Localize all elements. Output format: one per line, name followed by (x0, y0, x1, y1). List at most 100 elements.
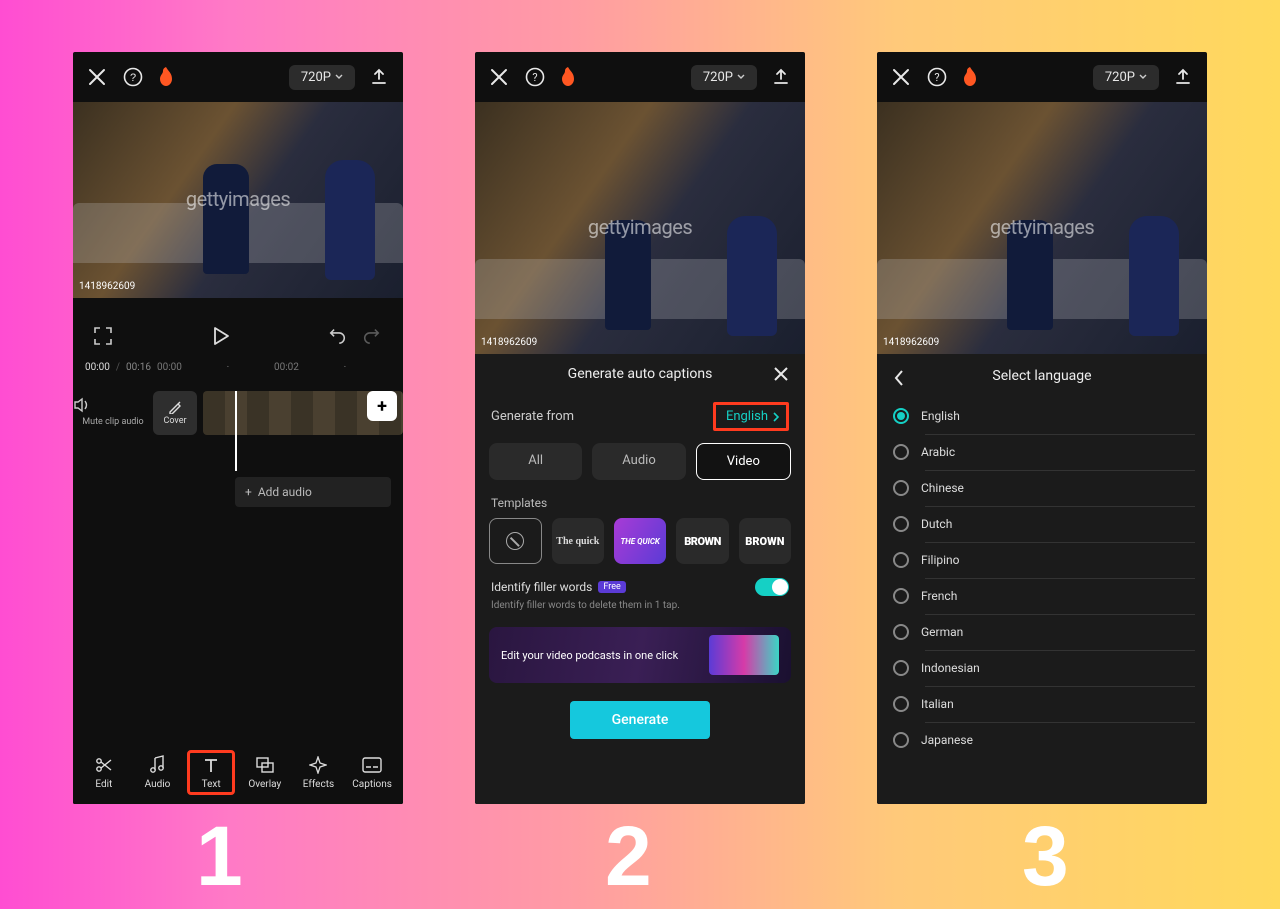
language-option[interactable]: Chinese (889, 470, 1195, 506)
template-row: The quick THE QUICK BROWN BROWN (475, 518, 805, 564)
screen-2-auto-captions: ? 720P gettyimages 1418962609 Generate a… (475, 52, 805, 804)
none-icon (506, 532, 524, 550)
language-option[interactable]: Indonesian (889, 650, 1195, 686)
nav-text[interactable]: Text (187, 750, 235, 795)
time-total: 00:16 (126, 362, 151, 373)
promo-banner[interactable]: Edit your video podcasts in one click (489, 627, 791, 683)
close-icon[interactable] (85, 65, 109, 89)
time-current: 00:00 (85, 362, 110, 373)
language-option[interactable]: French (889, 578, 1195, 614)
nav-effects[interactable]: Effects (294, 755, 342, 790)
export-icon[interactable] (367, 65, 391, 89)
help-icon[interactable]: ? (121, 65, 145, 89)
template-brown-1[interactable]: BROWN (676, 518, 728, 564)
language-name: English (921, 409, 960, 423)
bottom-nav: Edit Audio Text Overlay Effects Captions (73, 740, 403, 804)
template-brown-2[interactable]: BROWN (739, 518, 791, 564)
generate-button[interactable]: Generate (570, 701, 710, 739)
fullscreen-icon[interactable] (93, 326, 113, 346)
undo-icon[interactable] (329, 327, 349, 345)
nav-captions[interactable]: Captions (348, 755, 396, 790)
step-number-1: 1 (196, 808, 243, 905)
help-icon[interactable]: ? (925, 65, 949, 89)
close-icon[interactable] (889, 65, 913, 89)
add-audio-button[interactable]: +Add audio (235, 477, 391, 507)
template-the-quick-2[interactable]: THE QUICK (614, 518, 666, 564)
redo-icon[interactable] (363, 327, 383, 345)
back-icon[interactable] (887, 366, 911, 390)
music-note-icon (148, 755, 166, 775)
help-icon[interactable]: ? (523, 65, 547, 89)
nav-audio[interactable]: Audio (133, 755, 181, 790)
language-list: English Arabic Chinese Dutch Filipino FrenchG… (877, 398, 1207, 804)
segment-video[interactable]: Video (696, 443, 791, 480)
video-preview[interactable]: gettyimages 1418962609 (475, 102, 805, 354)
watermark-text: gettyimages (990, 215, 1094, 239)
language-option[interactable]: Arabic (889, 434, 1195, 470)
flame-icon[interactable] (559, 66, 577, 88)
tick-1: 00:00 (157, 362, 182, 373)
pencil-icon (168, 400, 182, 414)
radio-icon (893, 696, 909, 712)
language-option[interactable]: Japanese (889, 722, 1195, 758)
language-name: Filipino (921, 553, 960, 567)
segment-all[interactable]: All (489, 443, 582, 480)
resolution-selector[interactable]: 720P (1093, 65, 1159, 90)
close-icon[interactable] (487, 65, 511, 89)
cover-tile[interactable]: Cover (153, 391, 197, 435)
language-option[interactable]: Dutch (889, 506, 1195, 542)
language-option[interactable]: Italian (889, 686, 1195, 722)
mute-clip-audio[interactable]: Mute clip audio (73, 391, 153, 427)
language-name: Japanese (921, 733, 973, 747)
generate-from-label: Generate from (491, 409, 574, 424)
radio-icon (893, 588, 909, 604)
language-name: Dutch (921, 517, 952, 531)
free-badge: Free (598, 581, 625, 593)
language-selector[interactable]: English (713, 402, 789, 431)
template-the-quick[interactable]: The quick (552, 518, 604, 564)
chevron-down-icon (335, 74, 343, 80)
radio-icon (893, 552, 909, 568)
language-value: English (726, 409, 768, 424)
radio-icon (893, 408, 909, 424)
video-preview[interactable]: gettyimages 1418962609 (877, 102, 1207, 354)
language-sheet: Select language English Arabic Chinese Dutc… (877, 354, 1207, 804)
radio-icon (893, 516, 909, 532)
mute-label: Mute clip audio (82, 417, 143, 427)
radio-icon (893, 444, 909, 460)
sparkle-icon (309, 755, 327, 775)
language-header: Select language (877, 354, 1207, 398)
svg-text:?: ? (130, 72, 136, 84)
language-option[interactable]: German (889, 614, 1195, 650)
flame-icon[interactable] (961, 66, 979, 88)
radio-icon (893, 480, 909, 496)
source-segment: All Audio Video (475, 439, 805, 490)
segment-audio[interactable]: Audio (592, 443, 685, 480)
nav-overlay[interactable]: Overlay (241, 755, 289, 790)
step-number-2: 2 (605, 808, 652, 905)
timecode-row: 00:00 / 00:16 00:00 · 00:02 · (73, 358, 403, 375)
cover-label: Cover (163, 416, 186, 426)
export-icon[interactable] (769, 65, 793, 89)
language-title: Select language (992, 368, 1091, 384)
playhead[interactable] (235, 391, 237, 471)
flame-icon[interactable] (157, 66, 175, 88)
language-option[interactable]: Filipino (889, 542, 1195, 578)
nav-edit[interactable]: Edit (80, 755, 128, 790)
language-name: Indonesian (921, 661, 980, 675)
export-icon[interactable] (1171, 65, 1195, 89)
video-preview[interactable]: gettyimages 1418962609 (73, 102, 403, 298)
template-none[interactable] (489, 518, 542, 564)
resolution-selector[interactable]: 720P (691, 65, 757, 90)
resolution-label: 720P (301, 70, 331, 85)
filler-words-toggle[interactable] (755, 578, 789, 596)
close-icon[interactable] (769, 362, 793, 386)
filler-words-label: Identify filler words (491, 580, 592, 594)
language-name: Chinese (921, 481, 964, 495)
svg-text:?: ? (934, 71, 939, 84)
add-clip-button[interactable]: + (367, 391, 397, 421)
play-icon[interactable] (212, 326, 230, 346)
tick-2: 00:02 (274, 362, 299, 373)
resolution-selector[interactable]: 720P (289, 65, 355, 90)
language-option[interactable]: English (889, 398, 1195, 434)
